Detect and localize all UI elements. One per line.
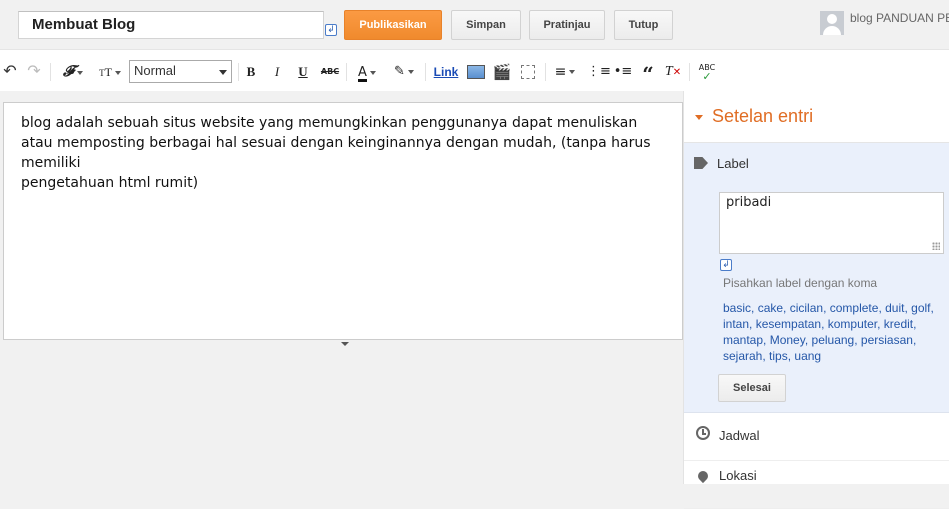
location-label: Lokasi — [719, 468, 757, 483]
clock-icon — [696, 426, 710, 440]
label-suggestion[interactable]: sejarah — [723, 349, 762, 363]
tag-separator: , — [854, 333, 861, 347]
text-color-icon[interactable]: A — [352, 63, 382, 82]
formatting-toolbar: ↶ ↷ 𝓕 TT Normal B I U ABC A ✎ Link 🎬 ≡ ⋮… — [0, 49, 949, 91]
label-suggestion[interactable]: cake — [758, 301, 783, 315]
label-input[interactable]: pribadi — [719, 192, 944, 254]
toolbar-divider — [425, 63, 426, 81]
editor-resize-icon[interactable] — [341, 342, 349, 346]
tag-icon — [694, 157, 708, 169]
post-title-input[interactable]: Membuat Blog — [18, 11, 324, 39]
label-suggestion[interactable]: persiasan — [861, 333, 913, 347]
label-suggestion[interactable]: intan — [723, 317, 749, 331]
quote-icon[interactable]: “ — [639, 63, 657, 85]
location-pin-icon — [695, 468, 711, 484]
highlight-icon[interactable]: ✎ — [389, 63, 419, 81]
tag-separator: , — [821, 317, 828, 331]
tag-separator: , — [804, 333, 812, 347]
post-body-line: atau memposting berbagai hal sesuai deng… — [21, 135, 651, 171]
label-suggestion[interactable]: cicilan — [790, 301, 823, 315]
link-button[interactable]: Link — [432, 63, 460, 81]
toolbar-divider — [545, 63, 546, 81]
label-hint: Pisahkan label dengan koma — [723, 276, 878, 290]
label-suggestion[interactable]: kesempatan — [756, 317, 821, 331]
label-suggestion[interactable]: basic — [723, 301, 751, 315]
collapse-triangle-icon — [695, 115, 703, 120]
label-panel: Label pribadi ↲ Pisahkan label dengan ko… — [684, 143, 949, 413]
clear-formatting-icon[interactable]: T✕ — [664, 63, 682, 81]
location-row[interactable]: Lokasi — [684, 461, 949, 509]
tag-separator: , — [783, 301, 790, 315]
chevron-down-icon — [219, 70, 227, 75]
strikethrough-icon[interactable]: ABC — [320, 63, 340, 81]
top-bar: Membuat Blog ↲ Publikasikan Simpan Prati… — [0, 0, 949, 49]
toolbar-divider — [346, 63, 347, 81]
tag-separator: , — [763, 333, 770, 347]
label-suggestion[interactable]: uang — [794, 349, 821, 363]
avatar[interactable] — [820, 11, 844, 35]
underline-icon[interactable]: U — [296, 63, 310, 81]
bullet-list-icon[interactable]: •≡ — [613, 63, 633, 81]
spellcheck-icon[interactable]: ABC ✓ — [697, 63, 717, 82]
settings-header[interactable]: Setelan entri — [684, 91, 949, 143]
tag-separator: , — [913, 317, 917, 331]
label-suggestion[interactable]: golf — [911, 301, 930, 315]
label-suggestion[interactable]: tips — [769, 349, 788, 363]
label-suggestion[interactable]: peluang — [812, 333, 855, 347]
resize-grip-icon[interactable] — [932, 242, 940, 250]
toolbar-divider — [689, 63, 690, 81]
label-input-value: pribadi — [726, 195, 772, 210]
image-icon[interactable] — [466, 63, 486, 81]
video-icon[interactable]: 🎬 — [492, 63, 512, 81]
label-suggestion[interactable]: duit — [885, 301, 904, 315]
input-tool-icon[interactable]: ↲ — [325, 24, 337, 36]
redo-icon[interactable]: ↷ — [26, 63, 42, 81]
label-suggestion[interactable]: komputer — [828, 317, 877, 331]
done-button[interactable]: Selesai — [718, 374, 786, 402]
label-suggestion[interactable]: Money — [770, 333, 805, 347]
tag-separator: , — [751, 301, 758, 315]
close-button[interactable]: Tutup — [614, 10, 673, 40]
tag-separator: , — [749, 317, 756, 331]
label-suggestion[interactable]: kredit — [884, 317, 913, 331]
save-button[interactable]: Simpan — [451, 10, 521, 40]
heading-select-value: Normal — [134, 63, 176, 78]
input-tool-icon[interactable]: ↲ — [720, 259, 732, 271]
jump-break-icon[interactable] — [518, 63, 538, 81]
schedule-row[interactable]: Jadwal — [684, 413, 949, 461]
post-body-line: blog adalah sebuah situs website yang me… — [21, 115, 638, 131]
label-suggestion[interactable]: complete — [830, 301, 879, 315]
label-section-title[interactable]: Label — [717, 156, 749, 171]
tag-separator: , — [877, 317, 884, 331]
settings-title: Setelan entri — [712, 106, 814, 126]
bold-icon[interactable]: B — [244, 63, 258, 81]
preview-button[interactable]: Pratinjau — [529, 10, 605, 40]
heading-select[interactable]: Normal — [129, 60, 232, 83]
publish-button[interactable]: Publikasikan — [344, 10, 442, 40]
post-settings-sidebar: Setelan entri Label pribadi ↲ Pisahkan l… — [683, 91, 949, 509]
post-body-line: pengetahuan html rumit) — [21, 175, 199, 191]
tag-separator: , — [912, 333, 917, 347]
italic-icon[interactable]: I — [270, 63, 284, 81]
align-icon[interactable]: ≡ — [550, 63, 580, 81]
tag-separator: , — [823, 301, 830, 315]
tag-separator: , — [930, 301, 934, 315]
numbered-list-icon[interactable]: ⋮≡ — [587, 63, 611, 81]
undo-icon[interactable]: ↶ — [2, 63, 18, 81]
blog-name[interactable]: blog PANDUAN PE — [850, 11, 949, 25]
label-suggestions: basic, cake, cicilan, complete, duit, go… — [723, 300, 945, 364]
toolbar-divider — [50, 63, 51, 81]
toolbar-divider — [238, 63, 239, 81]
font-size-icon[interactable]: TT — [95, 63, 125, 81]
post-body-editor[interactable]: blog adalah sebuah situs website yang me… — [3, 102, 683, 340]
schedule-label: Jadwal — [719, 428, 760, 443]
label-suggestion[interactable]: mantap — [723, 333, 763, 347]
font-family-icon[interactable]: 𝓕 — [58, 63, 88, 81]
